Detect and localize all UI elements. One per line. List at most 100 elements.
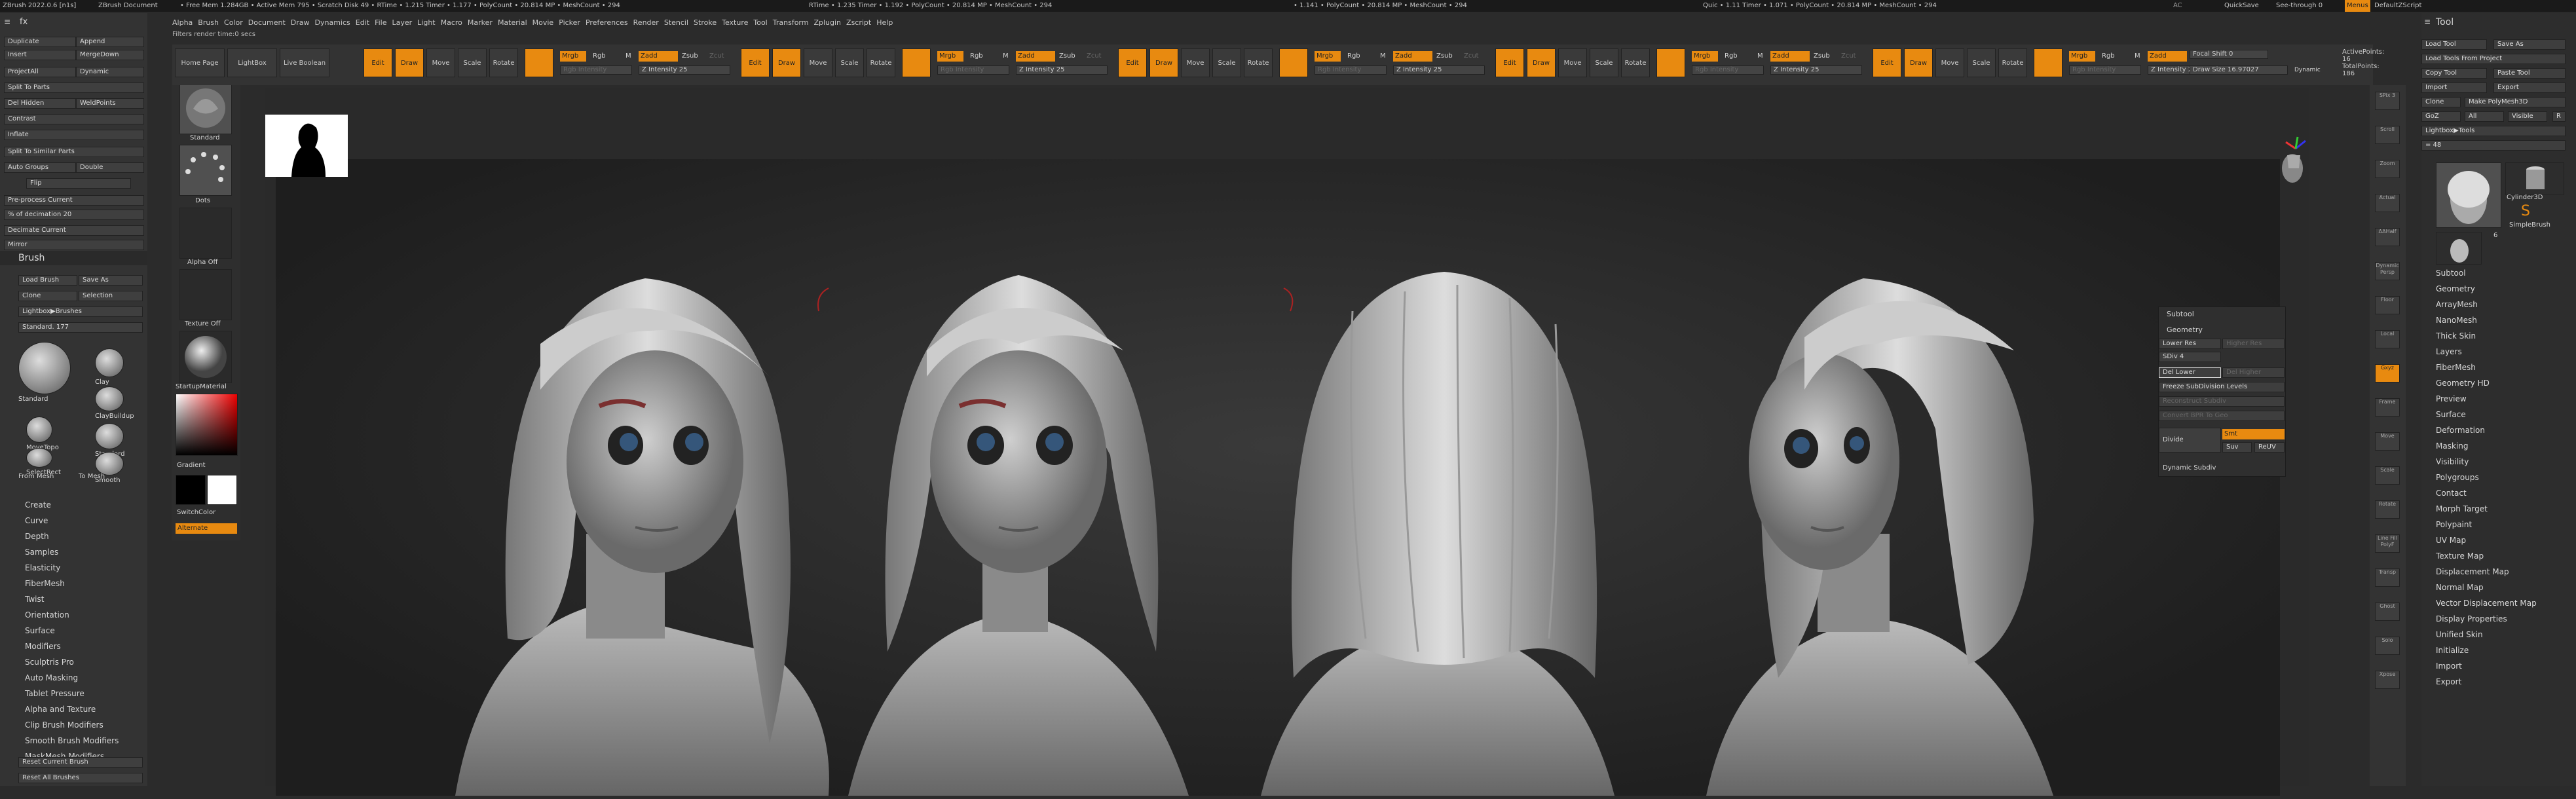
material-sphere-button[interactable]	[525, 48, 553, 77]
zadd-toggle[interactable]: Zadd	[1016, 51, 1055, 62]
tool-action-button[interactable]: Inflate	[4, 130, 144, 140]
view-ghost-button[interactable]: Ghost	[2375, 603, 2400, 621]
brush-thumb[interactable]	[26, 417, 52, 443]
tb-scale-button[interactable]: Scale	[1967, 48, 1996, 77]
brush-submenu-fibermesh[interactable]: FiberMesh	[25, 579, 65, 588]
tool-palette-button[interactable]: Load Tool	[2421, 39, 2487, 50]
default-zscript-button[interactable]: DefaultZScript	[2374, 0, 2421, 12]
menu-edit[interactable]: Edit	[356, 18, 369, 27]
view-frame-button[interactable]: Frame	[2375, 398, 2400, 417]
rgb-intensity-slider[interactable]: Rgb Intensity	[560, 65, 632, 75]
tool-submenu-displacement-map[interactable]: Displacement Map	[2436, 567, 2509, 576]
view-gxyz-button[interactable]: Gxyz	[2375, 364, 2400, 382]
zcut-toggle[interactable]: Zcut	[1841, 52, 1856, 60]
tb-rotate-button[interactable]: Rotate	[1998, 48, 2027, 77]
tool-action-button[interactable]: MergeDown	[76, 50, 144, 60]
brush-action-button[interactable]: Selection	[79, 291, 143, 301]
mrgb-toggle[interactable]: Mrgb	[937, 51, 963, 62]
dynamic-toggle[interactable]: Dynamic	[2294, 67, 2321, 73]
tool-submenu-normal-map[interactable]: Normal Map	[2436, 583, 2484, 592]
tool-palette-button[interactable]: GoZ	[2421, 111, 2461, 122]
rgb-intensity-slider[interactable]: Rgb Intensity	[937, 65, 1009, 75]
tool-submenu-display-properties[interactable]: Display Properties	[2436, 614, 2507, 623]
tool-action-button[interactable]: WeldPoints	[76, 98, 144, 109]
tool-action-button[interactable]: Insert	[4, 50, 76, 60]
m-toggle[interactable]: M	[2135, 52, 2140, 60]
tb-edit-button[interactable]: Edit	[741, 48, 770, 77]
tool-action-button[interactable]: Auto Groups	[4, 162, 76, 173]
tool-palette-button[interactable]: = 48	[2421, 140, 2566, 151]
tool-palette-button[interactable]: Visible	[2508, 111, 2547, 122]
tool-submenu-masking[interactable]: Masking	[2436, 441, 2468, 451]
tb-edit-button[interactable]: Edit	[364, 48, 392, 77]
tool-submenu-fibermesh[interactable]: FiberMesh	[2436, 363, 2476, 372]
material-thumb[interactable]	[179, 331, 232, 383]
brush-action-button[interactable]: Lightbox▶Brushes	[18, 307, 143, 317]
menu-brush[interactable]: Brush	[198, 18, 219, 27]
focal-shift-slider[interactable]: Focal Shift 0	[2190, 50, 2268, 59]
tool-submenu-layers[interactable]: Layers	[2436, 347, 2462, 356]
view-local-button[interactable]: Local	[2375, 330, 2400, 348]
view-actual-button[interactable]: Actual	[2375, 194, 2400, 212]
menu-help[interactable]: Help	[876, 18, 893, 27]
tool-submenu-nanomesh[interactable]: NanoMesh	[2436, 316, 2477, 325]
m-toggle[interactable]: M	[625, 52, 631, 60]
tool-submenu-arraymesh[interactable]: ArrayMesh	[2436, 300, 2478, 309]
menu-dynamics[interactable]: Dynamics	[315, 18, 350, 27]
rgb-toggle[interactable]: Rgb	[1725, 52, 1738, 60]
tb-move-button[interactable]: Move	[1558, 48, 1587, 77]
tool-submenu-geometry-hd[interactable]: Geometry HD	[2436, 379, 2490, 388]
mrgb-toggle[interactable]: Mrgb	[2069, 51, 2095, 62]
m-toggle[interactable]: M	[1003, 52, 1009, 60]
switch-color-button[interactable]: SwitchColor	[177, 509, 215, 516]
tool-submenu-morph-target[interactable]: Morph Target	[2436, 504, 2488, 513]
view-solo-button[interactable]: Solo	[2375, 637, 2400, 655]
tool-title[interactable]: Tool	[2436, 17, 2454, 28]
menu-transform[interactable]: Transform	[773, 18, 809, 27]
mrgb-toggle[interactable]: Mrgb	[1315, 51, 1341, 62]
tb-scale-button[interactable]: Scale	[458, 48, 487, 77]
tb-rotate-button[interactable]: Rotate	[1621, 48, 1650, 77]
lower-res-button[interactable]: Lower Res	[2159, 339, 2221, 349]
tool-submenu-subtool[interactable]: Subtool	[2436, 269, 2466, 278]
brush-submenu-sculptris-pro[interactable]: Sculptris Pro	[25, 658, 74, 667]
cylinder3d-tool[interactable]	[2505, 162, 2564, 195]
stroke-thumb[interactable]	[179, 145, 232, 196]
menu-material[interactable]: Material	[498, 18, 527, 27]
menu-file[interactable]: File	[375, 18, 386, 27]
current-brush-thumb[interactable]	[179, 82, 232, 134]
brush-submenu-alpha-and-texture[interactable]: Alpha and Texture	[25, 705, 96, 714]
zadd-toggle[interactable]: Zadd	[1393, 51, 1432, 62]
brush-submenu-clip-brush-modifiers[interactable]: Clip Brush Modifiers	[25, 720, 103, 730]
material-sphere-button[interactable]	[2034, 48, 2063, 77]
del-higher-button[interactable]: Del Higher	[2222, 367, 2285, 378]
tool-submenu-contact[interactable]: Contact	[2436, 489, 2467, 498]
alpha-thumb[interactable]	[179, 208, 232, 259]
brush-submenu-orientation[interactable]: Orientation	[25, 610, 69, 620]
brush-submenu-samples[interactable]: Samples	[25, 548, 58, 557]
zadd-toggle[interactable]: Zadd	[2148, 51, 2187, 62]
quicksave-button[interactable]: QuickSave	[2224, 0, 2259, 12]
view-floor-button[interactable]: Floor	[2375, 296, 2400, 314]
menu-preferences[interactable]: Preferences	[586, 18, 628, 27]
view-move-button[interactable]: Move	[2375, 432, 2400, 451]
tb-scale-button[interactable]: Scale	[835, 48, 864, 77]
tool-thumb-small[interactable]	[2436, 232, 2482, 265]
tool-submenu-geometry[interactable]: Geometry	[2436, 284, 2475, 293]
menu-tool[interactable]: Tool	[753, 18, 767, 27]
brush-thumb[interactable]	[95, 452, 124, 475]
reconstruct-subdiv-button[interactable]: Reconstruct Subdiv	[2159, 396, 2285, 407]
tool-submenu-uv-map[interactable]: UV Map	[2436, 536, 2466, 545]
menu-alpha[interactable]: Alpha	[172, 18, 193, 27]
z-intensity-slider[interactable]: Z Intensity 25	[639, 65, 730, 75]
menu-layer[interactable]: Layer	[392, 18, 412, 27]
menus-toggle[interactable]: Menus	[2345, 0, 2370, 12]
tool-palette-button[interactable]: Clone	[2421, 97, 2461, 107]
tb-edit-button[interactable]: Edit	[1873, 48, 1901, 77]
brush-submenu-smooth-brush-modifiers[interactable]: Smooth Brush Modifiers	[25, 736, 119, 745]
home-page-button[interactable]: Home Page	[175, 48, 225, 77]
view-rotate-button[interactable]: Rotate	[2375, 500, 2400, 519]
menu-stroke[interactable]: Stroke	[694, 18, 717, 27]
reset-current-brush-button[interactable]: Reset Current Brush	[18, 757, 143, 768]
alternate-button[interactable]: Alternate	[176, 523, 237, 534]
